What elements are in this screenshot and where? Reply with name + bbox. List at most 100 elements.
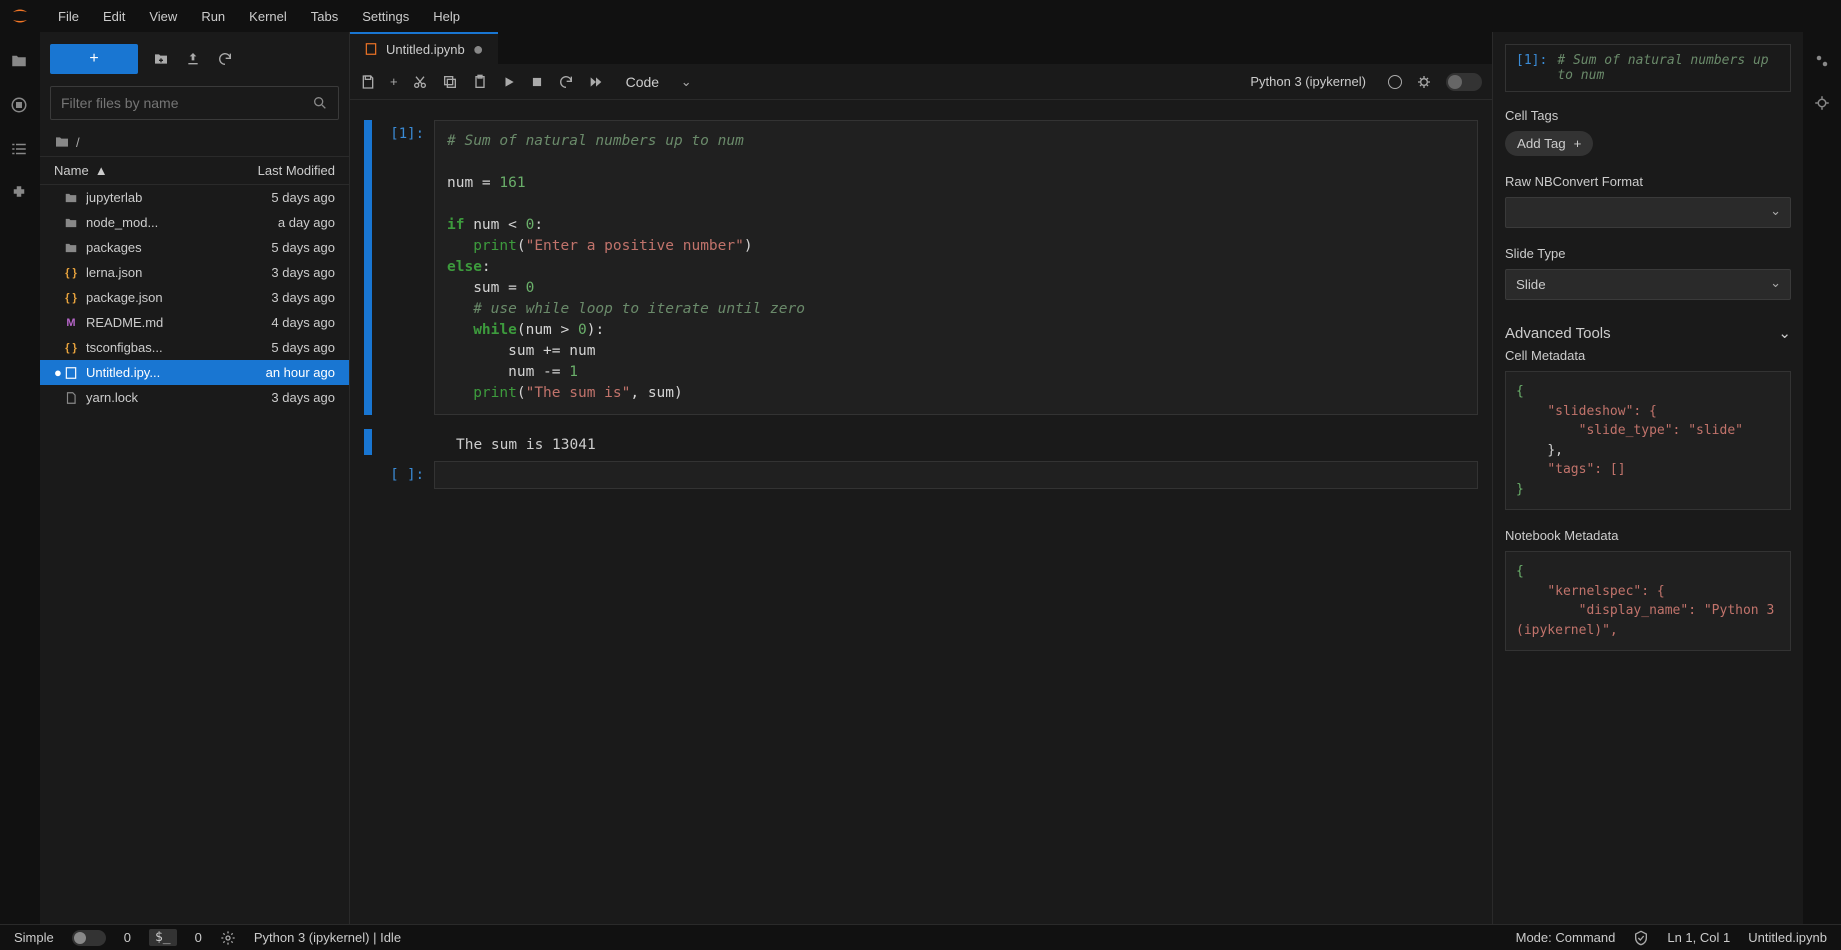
file-type-icon: { } (62, 292, 80, 304)
save-icon[interactable] (360, 74, 376, 90)
slide-type-label: Slide Type (1505, 246, 1791, 261)
file-modified: 5 days ago (215, 190, 335, 205)
menu-edit[interactable]: Edit (93, 5, 135, 28)
paste-icon[interactable] (472, 74, 488, 90)
file-name: node_mod... (86, 215, 215, 230)
menu-run[interactable]: Run (191, 5, 235, 28)
copy-icon[interactable] (442, 74, 458, 90)
trust-icon[interactable] (1633, 930, 1649, 946)
raw-format-select[interactable] (1505, 197, 1791, 228)
gears-icon[interactable] (1813, 52, 1831, 70)
menu-file[interactable]: File (48, 5, 89, 28)
search-icon (312, 95, 328, 111)
menu-tabs[interactable]: Tabs (301, 5, 348, 28)
refresh-icon[interactable] (216, 50, 234, 68)
advanced-tools-header[interactable]: Advanced Tools⌄ (1505, 318, 1791, 348)
file-modified: 3 days ago (215, 265, 335, 280)
file-row[interactable]: MREADME.md4 days ago (40, 310, 349, 335)
file-modified: 4 days ago (215, 315, 335, 330)
notebook-body: [1]: # Sum of natural numbers up to num … (350, 100, 1492, 924)
file-row[interactable]: { } lerna.json3 days ago (40, 260, 349, 285)
cell-input[interactable] (434, 461, 1478, 489)
cell-input[interactable]: # Sum of natural numbers up to num num =… (434, 120, 1478, 415)
file-row[interactable]: { }package.json3 days ago (40, 285, 349, 310)
file-name: lerna.json (86, 265, 215, 280)
cursor-position[interactable]: Ln 1, Col 1 (1667, 930, 1730, 945)
raw-format-label: Raw NBConvert Format (1505, 174, 1791, 189)
stop-icon[interactable] (530, 75, 544, 89)
chevron-down-icon: ⌄ (1778, 324, 1791, 342)
upload-icon[interactable] (184, 50, 202, 68)
file-list: jupyterlab5 days agonode_mod...a day ago… (40, 185, 349, 924)
jupyter-logo[interactable] (8, 4, 32, 28)
file-modified: 3 days ago (215, 390, 335, 405)
kernels-count[interactable]: 0 (195, 930, 202, 945)
add-cell-icon[interactable]: + (390, 74, 398, 89)
tab-bar: Untitled.ipynb ● (350, 32, 1492, 64)
fast-forward-icon[interactable] (588, 74, 604, 90)
dirty-indicator-icon: ● (473, 39, 484, 60)
debug-icon[interactable] (1416, 74, 1432, 90)
filter-input[interactable] (61, 95, 312, 111)
running-icon[interactable] (10, 96, 30, 116)
cell-output: The sum is 13041 (444, 429, 608, 461)
lsp-icon[interactable] (220, 930, 236, 946)
run-icon[interactable] (502, 75, 516, 89)
folder-icon[interactable] (10, 52, 30, 72)
file-name: yarn.lock (86, 390, 215, 405)
menu-view[interactable]: View (139, 5, 187, 28)
file-name: README.md (86, 315, 215, 330)
mode-indicator: Mode: Command (1516, 930, 1616, 945)
notebook-metadata-label: Notebook Metadata (1505, 528, 1791, 543)
notebook-metadata-editor[interactable]: { "kernelspec": { "display_name": "Pytho… (1505, 551, 1791, 651)
toc-icon[interactable] (10, 140, 30, 160)
file-name: Untitled.ipy... (86, 365, 215, 380)
file-row[interactable]: node_mod...a day ago (40, 210, 349, 235)
file-row[interactable]: jupyterlab5 days ago (40, 185, 349, 210)
file-row[interactable]: packages5 days ago (40, 235, 349, 260)
code-cell-2[interactable]: [ ]: (364, 461, 1478, 489)
extensions-icon[interactable] (10, 184, 30, 204)
file-row[interactable]: ●Untitled.ipy...an hour ago (40, 360, 349, 385)
cell-tags-label: Cell Tags (1505, 108, 1791, 123)
file-row[interactable]: { }tsconfigbas...5 days ago (40, 335, 349, 360)
cell-prompt: [ ]: (374, 461, 434, 489)
notebook-toolbar: + Code Python 3 (ipykernel) (350, 64, 1492, 100)
file-type-icon (62, 191, 80, 205)
simple-mode-toggle[interactable] (72, 930, 106, 946)
file-type-icon: { } (62, 267, 80, 279)
tab-untitled[interactable]: Untitled.ipynb ● (350, 32, 498, 64)
file-list-header: Name ▲ Last Modified (40, 156, 349, 185)
file-row[interactable]: yarn.lock3 days ago (40, 385, 349, 410)
file-name: tsconfigbas... (86, 340, 215, 355)
new-folder-icon[interactable] (152, 50, 170, 68)
render-toggle[interactable] (1446, 73, 1482, 91)
terminals-count[interactable]: 0 (124, 930, 131, 945)
menu-kernel[interactable]: Kernel (239, 5, 297, 28)
current-file[interactable]: Untitled.ipynb (1748, 930, 1827, 945)
debug-panel-icon[interactable] (1813, 94, 1831, 112)
slide-type-select[interactable]: Slide (1505, 269, 1791, 300)
sort-asc-icon[interactable]: ▲ (95, 163, 108, 178)
terminal-icon[interactable]: $_ (149, 929, 177, 946)
file-browser: + / Name ▲ Last Modified jupyterlab5 day… (40, 32, 350, 924)
cut-icon[interactable] (412, 74, 428, 90)
kernel-name[interactable]: Python 3 (ipykernel) (1250, 74, 1366, 89)
add-tag-button[interactable]: Add Tag+ (1505, 131, 1593, 156)
file-modified: a day ago (215, 215, 335, 230)
cell-metadata-editor[interactable]: { "slideshow": { "slide_type": "slide" }… (1505, 371, 1791, 510)
left-rail (0, 32, 40, 924)
new-launcher-button[interactable]: + (50, 44, 138, 74)
code-cell-1[interactable]: [1]: # Sum of natural numbers up to num … (364, 120, 1478, 415)
menu-settings[interactable]: Settings (352, 5, 419, 28)
file-type-icon: { } (62, 342, 80, 354)
cell-metadata-label: Cell Metadata (1505, 348, 1791, 363)
menubar: File Edit View Run Kernel Tabs Settings … (0, 0, 1841, 32)
menu-help[interactable]: Help (423, 5, 470, 28)
restart-icon[interactable] (558, 74, 574, 90)
celltype-select[interactable]: Code (618, 70, 700, 94)
breadcrumb[interactable]: / (40, 128, 349, 156)
kernel-status-text[interactable]: Python 3 (ipykernel) | Idle (254, 930, 401, 945)
file-type-icon (62, 391, 80, 405)
file-modified: 3 days ago (215, 290, 335, 305)
